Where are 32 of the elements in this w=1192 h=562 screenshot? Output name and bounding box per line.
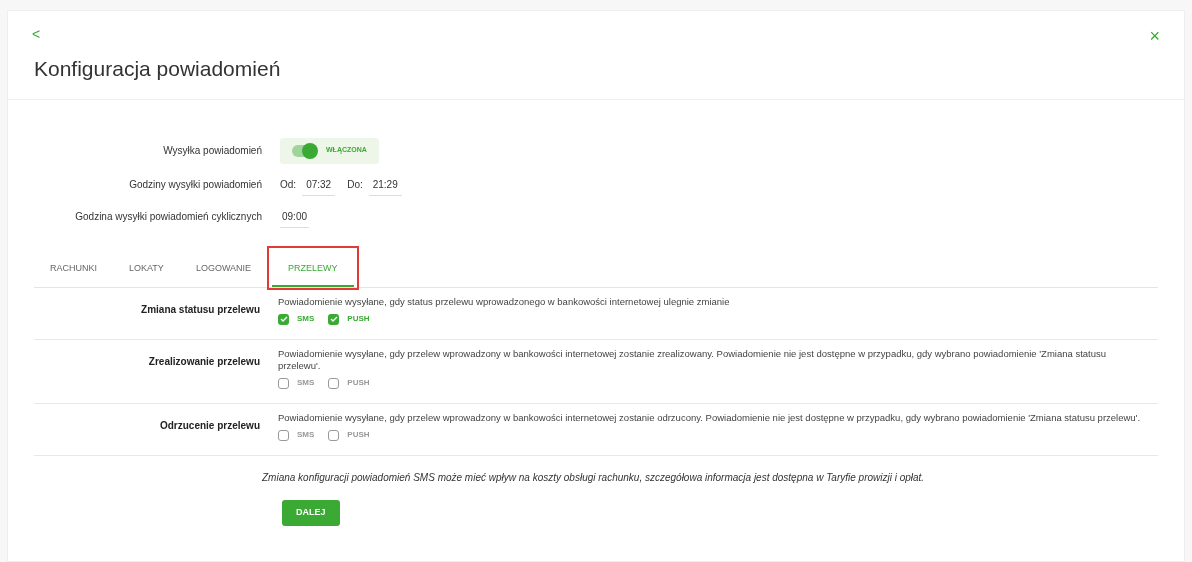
- option-label: SMS: [297, 429, 315, 441]
- tab[interactable]: LOKATY: [113, 255, 180, 287]
- time-field[interactable]: 09:00: [280, 205, 310, 228]
- setting-label: Wysyłka powiadomień: [163, 145, 262, 156]
- checkbox[interactable]: [278, 377, 289, 389]
- notification-description: Powiadomienie wysyłane, gdy status przelewu wprowadzonego w bankowości internetowej ulegnie zmianie: [278, 296, 731, 308]
- option-label: SMS: [297, 313, 315, 325]
- option-label: PUSH: [347, 313, 370, 325]
- time-field[interactable]: 21:29: [368, 173, 402, 196]
- setting-label: Godzina wysyłki powiadomień cyklicznych: [75, 211, 262, 222]
- checkbox[interactable]: [278, 429, 289, 441]
- tab[interactable]: RACHUNKI: [34, 255, 113, 287]
- checkbox[interactable]: [328, 313, 340, 325]
- notification-description: Powiadomienie wysyłane, gdy przelew wprowadzony w bankowości internetowej zostanie odrzucony. Powiadomienie nie jest dostępne w przypadku, gdy wybrano powiadomienie 'Zmiana statusu przelewu'.: [278, 412, 1142, 424]
- page-title: Konfiguracja powiadomień: [33, 56, 282, 82]
- option-label: PUSH: [347, 377, 370, 389]
- option-label: PUSH: [347, 429, 370, 441]
- checkbox[interactable]: [278, 313, 289, 325]
- checkbox[interactable]: [328, 429, 340, 441]
- notification-title: Zmiana statusu przelewu: [141, 304, 260, 315]
- option-label: SMS: [297, 377, 315, 389]
- notification-description: Powiadomienie wysyłane, gdy przelew wprowadzony w bankowości internetowej zostanie zrealizowany. Powiadomienie nie jest dostępne w przypadku, gdy wybrano powiadomienie 'Zmiana statusu przelewu'.: [278, 348, 1108, 372]
- notification-title: Zrealizowanie przelewu: [148, 356, 260, 367]
- notification-title: Odrzucenie przelewu: [159, 420, 260, 431]
- setting-label: Godziny wysyłki powiadomień: [129, 179, 262, 190]
- tab[interactable]: LOGOWANIE: [179, 255, 268, 287]
- toggle-switch[interactable]: [292, 144, 316, 157]
- field-label: Od:: [280, 178, 297, 192]
- time-field[interactable]: 07:32: [302, 173, 336, 196]
- field-label: Do:: [347, 178, 363, 192]
- info-note: Zmiana konfiguracji powiadomień SMS może mieć wpływ na koszty obsługi rachunku, szczegółowa informacja jest dostępna w Taryfie prowizji i opłat.: [262, 471, 926, 485]
- checkbox[interactable]: [328, 377, 340, 389]
